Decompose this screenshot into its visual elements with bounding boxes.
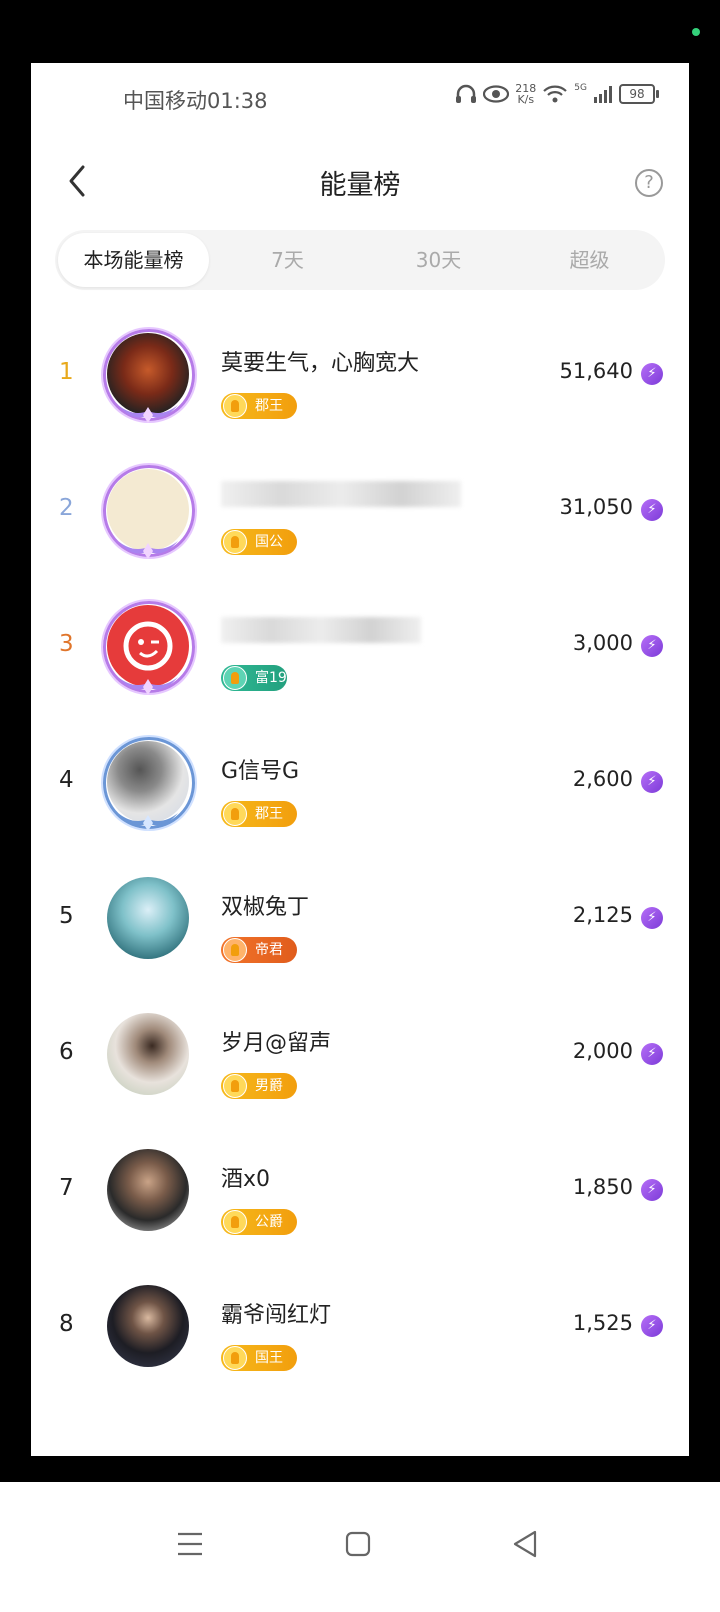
lightning-icon: ⚡ xyxy=(641,1179,663,1201)
level-badge: 男爵 xyxy=(221,1073,297,1099)
wing-decoration-icon xyxy=(118,677,178,695)
energy-score: 3,000 xyxy=(572,631,633,655)
rank-number: 6 xyxy=(59,1039,74,1065)
level-badge: 郡王 xyxy=(221,393,297,419)
avatar[interactable] xyxy=(103,737,195,831)
avatar[interactable] xyxy=(103,1281,193,1371)
header: 能量榜 ? xyxy=(31,139,689,233)
avatar[interactable] xyxy=(103,601,195,695)
tab-bar: 本场能量榜 7天 30天 超级 xyxy=(55,230,665,290)
headphones-icon xyxy=(456,84,477,103)
user-name: 酒x0 xyxy=(221,1167,271,1192)
badge-gem-icon xyxy=(223,1074,247,1098)
tab-super[interactable]: 超级 xyxy=(514,230,665,290)
level-badge: 富19 xyxy=(221,665,287,691)
user-name: 霸爷闯红灯 xyxy=(221,1303,332,1328)
carrier-time: 中国移动01:38 xyxy=(123,89,268,113)
list-item[interactable]: 7 酒x0 公爵 1,850 ⚡ xyxy=(31,1127,689,1263)
energy-score: 2,600 xyxy=(572,767,633,791)
avatar[interactable] xyxy=(103,1009,193,1099)
energy-score: 31,050 xyxy=(559,495,633,519)
tab-30-days[interactable]: 30天 xyxy=(363,230,514,290)
rank-number: 7 xyxy=(59,1175,74,1201)
lightning-icon: ⚡ xyxy=(641,635,663,657)
badge-gem-icon xyxy=(223,666,247,690)
blurred-user-name xyxy=(221,481,461,507)
status-icons: 218 K/s 5G 98 xyxy=(455,82,659,106)
wing-decoration-icon xyxy=(118,405,178,423)
lightning-icon: ⚡ xyxy=(641,1043,663,1065)
energy-score: 51,640 xyxy=(559,359,633,383)
avatar[interactable] xyxy=(103,329,195,423)
lightning-icon: ⚡ xyxy=(641,907,663,929)
level-badge: 公爵 xyxy=(221,1209,297,1235)
app-screen: 中国移动01:38 218 K/s 5G 98 能量榜 ? 本场能量榜 7天 30… xyxy=(31,63,689,1456)
user-name: 莫要生气，心胸宽大 xyxy=(221,351,420,376)
badge-gem-icon xyxy=(223,530,247,554)
menu-icon[interactable] xyxy=(170,1524,210,1564)
lightning-icon: ⚡ xyxy=(641,363,663,385)
list-item[interactable]: 8 霸爷闯红灯 国王 1,525 ⚡ xyxy=(31,1263,689,1399)
home-icon[interactable] xyxy=(338,1524,378,1564)
user-name: G信号G xyxy=(221,759,300,784)
list-item[interactable]: 1 莫要生气，心胸宽大 郡王 51,640 ⚡ xyxy=(31,311,689,447)
badge-gem-icon xyxy=(223,1346,247,1370)
list-item[interactable]: 2 国公 31,050 ⚡ xyxy=(31,447,689,583)
ranking-list: 1 莫要生气，心胸宽大 郡王 51,640 ⚡ 2 国公 31,050 ⚡ 3 … xyxy=(31,311,689,1399)
lightning-icon: ⚡ xyxy=(641,771,663,793)
page-title: 能量榜 xyxy=(319,170,401,201)
wifi-icon xyxy=(543,85,568,103)
energy-score: 1,525 xyxy=(572,1311,633,1335)
rank-number: 3 xyxy=(59,631,74,657)
wing-decoration-icon xyxy=(118,813,178,831)
eye-icon xyxy=(483,85,510,103)
lightning-icon: ⚡ xyxy=(641,499,663,521)
energy-score: 1,850 xyxy=(572,1175,633,1199)
user-name: 岁月@留声 xyxy=(221,1031,332,1056)
signal-icon xyxy=(594,86,612,103)
badge-gem-icon xyxy=(223,802,247,826)
badge-gem-icon xyxy=(223,1210,247,1234)
badge-gem-icon xyxy=(223,938,247,962)
list-item[interactable]: 3 富19 3,000 ⚡ xyxy=(31,583,689,719)
list-item[interactable]: 6 岁月@留声 男爵 2,000 ⚡ xyxy=(31,991,689,1127)
back-triangle-icon[interactable] xyxy=(505,1524,545,1564)
wing-decoration-icon xyxy=(118,541,178,559)
rank-number: 2 xyxy=(59,495,74,521)
avatar[interactable] xyxy=(103,1145,193,1235)
avatar[interactable] xyxy=(103,465,195,559)
camera-indicator xyxy=(692,28,700,36)
rank-number: 8 xyxy=(59,1311,74,1337)
network-speed: 218 K/s xyxy=(515,82,537,106)
user-name: 双椒兔丁 xyxy=(221,895,310,920)
battery-icon: 98 xyxy=(619,84,659,104)
network-type: 5G xyxy=(574,83,587,93)
avatar-image xyxy=(107,877,189,959)
energy-score: 2,125 xyxy=(572,903,633,927)
avatar-image xyxy=(107,1149,189,1231)
blurred-user-name xyxy=(221,617,421,643)
rank-number: 4 xyxy=(59,767,74,793)
level-badge: 国公 xyxy=(221,529,297,555)
badge-gem-icon xyxy=(223,394,247,418)
tab-7-days[interactable]: 7天 xyxy=(212,230,363,290)
level-badge: 郡王 xyxy=(221,801,297,827)
avatar[interactable] xyxy=(103,873,193,963)
tab-session-energy[interactable]: 本场能量榜 xyxy=(58,233,209,287)
avatar-image xyxy=(107,1285,189,1367)
rank-number: 5 xyxy=(59,903,74,929)
rank-number: 1 xyxy=(59,359,74,385)
status-bar: 中国移动01:38 218 K/s 5G 98 xyxy=(31,63,689,139)
system-nav-bar xyxy=(0,1482,720,1612)
level-badge: 帝君 xyxy=(221,937,297,963)
level-badge: 国王 xyxy=(221,1345,297,1371)
avatar-image xyxy=(107,1013,189,1095)
list-item[interactable]: 5 双椒兔丁 帝君 2,125 ⚡ xyxy=(31,855,689,991)
question-circle-icon[interactable]: ? xyxy=(635,169,663,197)
lightning-icon: ⚡ xyxy=(641,1315,663,1337)
energy-score: 2,000 xyxy=(572,1039,633,1063)
list-item[interactable]: 4 G信号G 郡王 2,600 ⚡ xyxy=(31,719,689,855)
